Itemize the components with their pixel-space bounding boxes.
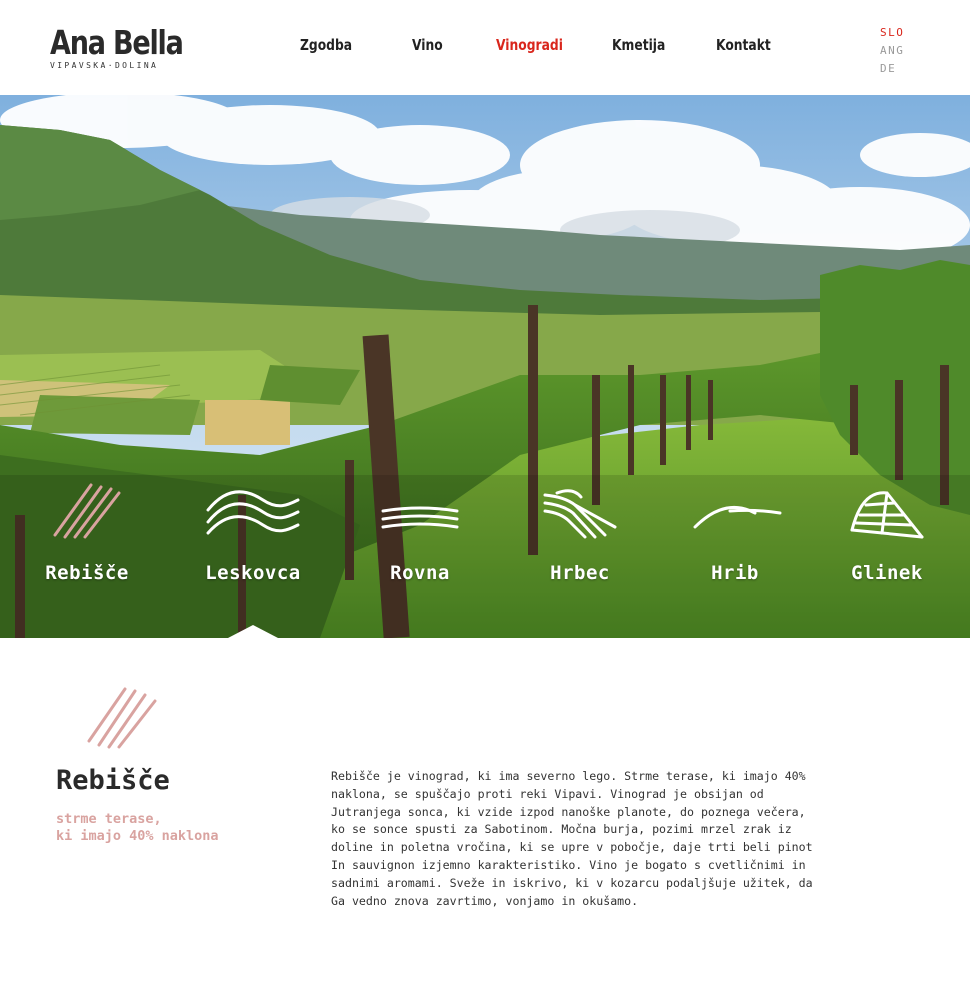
lang-de[interactable]: DE [880, 60, 920, 78]
vineyard-tab-leskovca[interactable]: Leskovca [178, 475, 328, 595]
vineyard-tab-hrbec[interactable]: Hrbec [505, 475, 655, 595]
diagonal-lines-icon [53, 483, 121, 539]
hill-line-icon [693, 505, 782, 529]
description-line: sadnimi aromami. Sveže in iskrivo, ki v … [331, 875, 813, 890]
description-line: Ga vedno znova zavrtimo, vonjamo in okuš… [331, 893, 639, 908]
vineyard-subtitle: strme terase, ki imajo 40% naklona [56, 811, 286, 845]
vineyard-name: Leskovca [205, 562, 301, 584]
nav-item-kmetija[interactable]: Kmetija [612, 36, 665, 54]
vineyard-name: Hrib [711, 562, 759, 584]
description-line: Jutranjega sonca, ki vzide izpod nanoške… [331, 804, 806, 819]
language-switcher: SLO ANG DE [880, 24, 920, 78]
vineyard-title: Rebišče [56, 765, 170, 796]
description-line: doline in poletna vročina, ki se upre v … [331, 840, 813, 855]
description-line: Rebišče je vinograd, ki ima severno lego… [331, 769, 806, 783]
nav-item-kontakt[interactable]: Kontakt [716, 36, 771, 54]
vineyard-tab-rovna[interactable]: Rovna [345, 475, 495, 595]
vineyard-name: Rovna [390, 562, 450, 584]
vineyard-subtitle-line: strme terase, [56, 811, 162, 827]
vineyard-name: Rebišče [45, 562, 129, 584]
lang-slo[interactable]: SLO [880, 24, 920, 42]
vineyard-subtitle-line: ki imajo 40% naklona [56, 828, 219, 844]
wave-lines-icon [206, 490, 300, 535]
vineyard-name: Glinek [851, 562, 923, 584]
logo-subtitle: VIPAVSKA·DOLINA [50, 61, 159, 70]
nav-item-vinogradi[interactable]: Vinogradi [496, 36, 563, 54]
vineyard-tab-glinek[interactable]: Glinek [812, 475, 962, 595]
nav-item-vino[interactable]: Vino [412, 36, 443, 54]
vineyard-tab-hrib[interactable]: Hrib [660, 475, 810, 595]
tent-lines-icon [850, 491, 924, 539]
logo[interactable]: Ana Bella VIPAVSKA·DOLINA [50, 24, 190, 74]
vineyard-name: Hrbec [550, 562, 610, 584]
site-header: Ana Bella VIPAVSKA·DOLINA Zgodba Vino Vi… [0, 0, 970, 95]
diagonal-lines-icon [87, 687, 157, 749]
hero-vineyard-image: Rebišče Leskovca Rovna Hrbec Hrib Glinek [0, 95, 970, 638]
vineyard-description: Rebišče je vinograd, ki ima severno lego… [331, 768, 871, 910]
flat-lines-icon [381, 506, 459, 529]
selected-tab-indicator [228, 625, 278, 638]
description-line: In sauvignon izjemno karakteristiko. Vin… [331, 857, 806, 872]
nav-item-zgodba[interactable]: Zgodba [300, 36, 352, 54]
description-line: naklona, se spuščajo proti reki Vipavi. … [331, 786, 764, 801]
description-line: ko se sonce spusti za Sabotinom. Močna b… [331, 822, 792, 837]
vineyard-tab-rebisce[interactable]: Rebišče [12, 475, 162, 595]
logo-title: Ana Bella [50, 23, 184, 62]
lang-ang[interactable]: ANG [880, 42, 920, 60]
ridge-lines-icon [543, 489, 617, 539]
